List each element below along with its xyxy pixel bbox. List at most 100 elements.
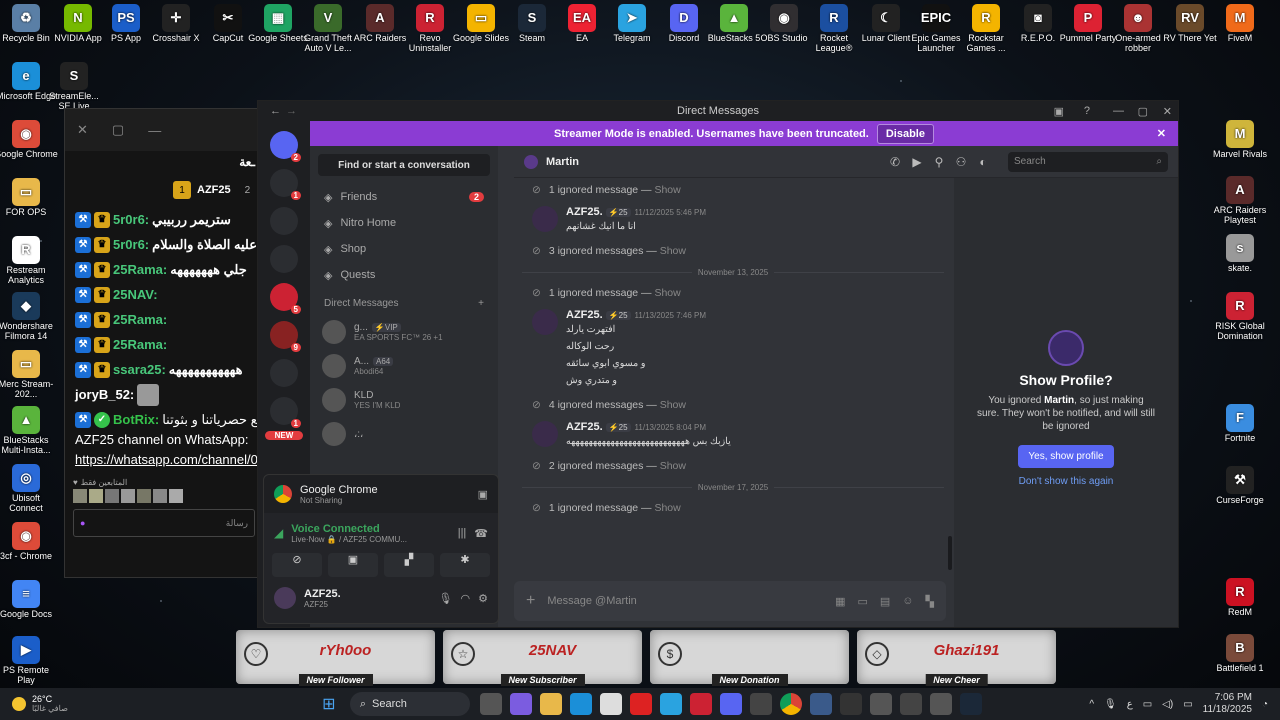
phone-icon[interactable]: ✆ [888, 155, 902, 169]
volume-icon[interactable]: ◁) [1162, 699, 1173, 710]
emote-icon[interactable] [121, 489, 135, 503]
pin-icon[interactable]: ⚲ [932, 155, 946, 169]
whatsapp-link[interactable]: https://whatsapp.com/channel/0 [65, 452, 263, 472]
desktop-icon[interactable]: ◎ Ubisoft Connect [0, 464, 58, 514]
heart-icon[interactable]: ♥ [73, 478, 78, 487]
dont-show-again-link[interactable]: Don't show this again [1019, 476, 1114, 487]
search-input[interactable]: Search ⌕ [1008, 151, 1168, 172]
maximize-icon[interactable]: ▢ [1138, 105, 1148, 118]
weather-desc[interactable]: صافي غالبًا [32, 704, 68, 714]
profile-icon[interactable]: ◐ [976, 155, 990, 169]
obs-icon[interactable] [929, 693, 952, 715]
desktop-icon[interactable]: R RedM [1208, 578, 1272, 618]
taskbar-search[interactable]: ⌕ Search [349, 692, 470, 716]
screen-share-icon[interactable]: ▣ [478, 488, 488, 501]
message-composer[interactable]: + Message @Martin ▦ ▭ ▤ ☺ ▚ [514, 581, 946, 621]
app-icon[interactable] [689, 693, 712, 715]
desktop-icon[interactable]: ◉ 3cf - Chrome [0, 522, 58, 562]
terminal-icon[interactable] [899, 693, 922, 715]
app-icon[interactable] [869, 693, 892, 715]
minimize-icon[interactable]: — [1113, 105, 1124, 117]
desktop-icon[interactable]: ▶ PS Remote Play [0, 636, 58, 686]
emote-icon[interactable] [89, 489, 103, 503]
desktop-icon[interactable]: ◆ Wondershare Filmora 14 [0, 292, 58, 342]
clock-date[interactable]: 11/18/2025 [1203, 704, 1252, 716]
inbox-icon[interactable]: ▣ [1054, 105, 1064, 118]
clock-time[interactable]: 7:06 PM [1203, 692, 1252, 704]
desktop-icon[interactable]: ▲ BlueStacks Multi-Insta... [0, 406, 58, 456]
desktop-icon[interactable]: s skate. [1208, 234, 1272, 274]
close-icon[interactable]: ✕ [1157, 127, 1166, 140]
dm-item[interactable]: ،:، [310, 417, 498, 451]
minimize-icon[interactable]: — [148, 123, 161, 138]
disable-button[interactable]: Disable [876, 123, 934, 144]
back-arrow-icon[interactable]: ← [270, 105, 281, 117]
voice-channel[interactable]: Live·Now 🔒 / AZF25 COMMU... [291, 535, 407, 544]
task-view-icon[interactable] [479, 693, 502, 715]
battery-icon[interactable]: ▭ [1183, 699, 1192, 710]
dm-item[interactable]: KLD YES I'M KLD [310, 383, 498, 417]
settings-gear-icon[interactable]: ⚙ [478, 592, 488, 605]
nav-item-friends[interactable]: ◈ Friends 2 [310, 184, 498, 210]
disconnect-icon[interactable]: ☎ [474, 527, 488, 540]
emote-icon[interactable] [169, 489, 183, 503]
emote-icon[interactable] [105, 489, 119, 503]
share-screen-icon[interactable]: ▣ [328, 553, 378, 577]
app-icon[interactable] [629, 693, 652, 715]
mic-icon[interactable]: 🎙︎ [1104, 699, 1117, 710]
chat-input[interactable]: ● رسالة [73, 509, 255, 537]
server-icon[interactable] [270, 245, 298, 273]
edge-icon[interactable] [569, 693, 592, 715]
emoji-icon[interactable]: ☺ [902, 595, 913, 607]
avatar[interactable] [532, 421, 558, 447]
server-icon[interactable] [270, 207, 298, 235]
activities-icon[interactable]: ▞ [384, 553, 434, 577]
telegram-icon[interactable] [659, 693, 682, 715]
maximize-icon[interactable]: ▢ [112, 122, 124, 138]
language-indicator[interactable]: ع [1127, 699, 1133, 710]
message-author[interactable]: AZF25. [566, 206, 603, 218]
close-icon[interactable]: ✕ [1163, 105, 1172, 118]
gif-icon[interactable]: ▭ [857, 595, 867, 608]
mic-icon[interactable]: ● [80, 518, 85, 528]
server-icon[interactable]: 9 [270, 321, 301, 352]
camera-off-icon[interactable]: ⊘ [272, 553, 322, 577]
show-link[interactable]: Show [654, 502, 680, 514]
emote-icon[interactable] [137, 489, 151, 503]
desktop-icon[interactable]: R Restream Analytics [0, 236, 58, 286]
soundboard-icon[interactable]: ✱ [440, 553, 490, 577]
show-link[interactable]: Show [654, 184, 680, 196]
plus-icon[interactable]: + [478, 298, 484, 309]
find-conversation-button[interactable]: Find or start a conversation [318, 154, 490, 176]
dm-item[interactable]: g... ⚡VIP EA SPORTS FC™ 26 +1 [310, 315, 498, 349]
desktop-icon[interactable]: R RISK Global Domination [1208, 292, 1272, 342]
server-icon[interactable]: 5 [270, 283, 301, 314]
server-icon[interactable]: 1 [270, 169, 301, 200]
desktop-icon[interactable]: ▭ Merc Stream-202... [0, 350, 58, 400]
show-profile-button[interactable]: Yes, show profile [1018, 445, 1114, 468]
steam-icon[interactable] [959, 693, 982, 715]
desktop-icon[interactable]: M Marvel Rivals [1208, 120, 1272, 160]
nav-item-nitro-home[interactable]: ◈ Nitro Home [310, 210, 498, 236]
apps-icon[interactable]: ▚ [926, 595, 934, 608]
avatar[interactable] [532, 309, 558, 335]
mic-icon[interactable]: 🎙︎ [439, 592, 453, 605]
desktop-icon[interactable]: ⚒ CurseForge [1208, 466, 1272, 506]
sticker-icon[interactable]: ▤ [880, 595, 890, 608]
help-icon[interactable]: ? [1084, 105, 1090, 117]
chevron-up-icon[interactable]: ^ [1089, 699, 1094, 710]
chrome-icon[interactable] [779, 693, 802, 715]
dm-item[interactable]: A... A64 Abodi64 [310, 349, 498, 383]
app-icon[interactable] [839, 693, 862, 715]
app-icon[interactable] [809, 693, 832, 715]
scrollbar[interactable] [948, 536, 952, 570]
desktop-icon[interactable]: S StreamEle... SE.Live [42, 62, 106, 112]
desktop-icon[interactable]: F Fortnite [1208, 404, 1272, 444]
show-link[interactable]: Show [660, 245, 686, 257]
nav-item-quests[interactable]: ◈ Quests [310, 262, 498, 288]
avatar[interactable] [532, 206, 558, 232]
headphones-icon[interactable]: ◠ [461, 592, 471, 605]
close-icon[interactable]: ✕ [77, 122, 88, 138]
nav-item-shop[interactable]: ◈ Shop [310, 236, 498, 262]
discord-icon[interactable] [719, 693, 742, 715]
